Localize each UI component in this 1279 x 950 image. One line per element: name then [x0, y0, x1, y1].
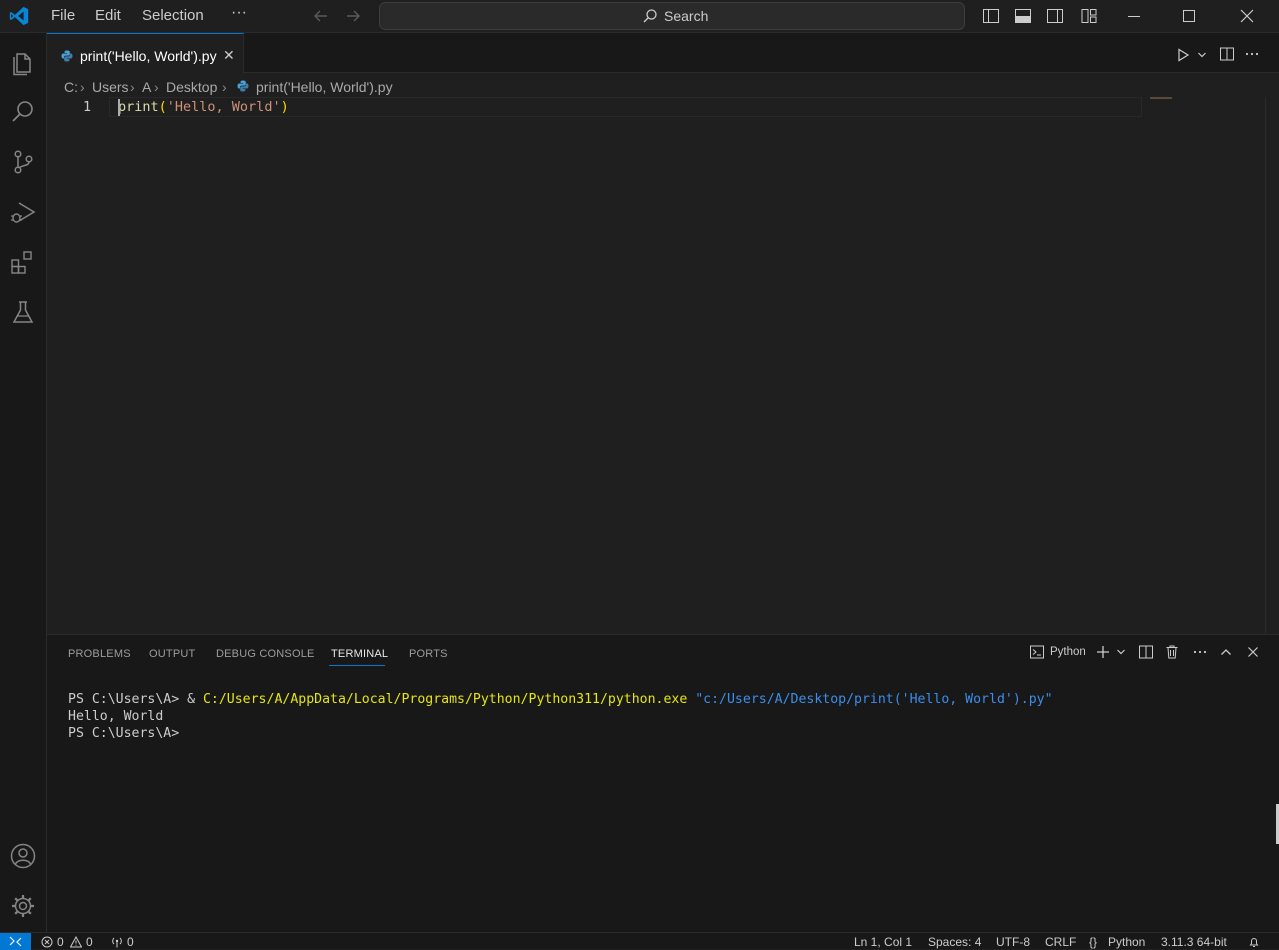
maximize-panel-chevron-up-icon[interactable]: [1218, 644, 1234, 660]
search-icon: [642, 8, 658, 24]
source-control-icon[interactable]: [8, 147, 38, 177]
menu-more[interactable]: ···: [231, 4, 247, 22]
tab-close-icon[interactable]: ✕: [223, 47, 235, 64]
split-terminal-icon[interactable]: [1138, 644, 1154, 660]
editor-scrollbar[interactable]: [1265, 97, 1279, 634]
code-editor[interactable]: 1 print('Hello, World'): [47, 97, 1279, 634]
new-terminal-plus-icon[interactable]: [1095, 644, 1111, 660]
text-cursor: [118, 99, 120, 116]
minimize-window-icon[interactable]: [1124, 6, 1144, 26]
breadcrumb-chevron-icon: ›: [222, 79, 227, 95]
ports-antenna-icon: [111, 936, 123, 948]
customize-layout-icon[interactable]: [1079, 6, 1099, 26]
notifications-bell-icon[interactable]: [1248, 936, 1260, 948]
search-label: Search: [664, 8, 709, 24]
terminal-shell-label[interactable]: Python: [1050, 646, 1086, 658]
breadcrumb: C: › Users › A › Desktop › print('Hello,…: [47, 74, 1147, 98]
editor-tab[interactable]: print('Hello, World').py ✕: [47, 33, 244, 73]
terminal-shell-icon[interactable]: [1029, 644, 1045, 660]
terminal-call-operator: &: [187, 692, 203, 707]
tab-label: print('Hello, World').py: [80, 48, 217, 64]
terminal-line-output[interactable]: Hello, World: [68, 708, 163, 725]
back-arrow-icon[interactable]: [311, 6, 331, 26]
code-string: 'Hello, World': [166, 99, 281, 115]
panel-tab-debug-console[interactable]: DEBUG CONSOLE: [216, 648, 315, 660]
run-and-debug-icon[interactable]: [8, 197, 38, 227]
warning-icon: [70, 936, 82, 948]
activity-bar: [0, 33, 47, 932]
toggle-secondary-sidebar-icon[interactable]: [1045, 6, 1065, 26]
indentation[interactable]: Spaces: 4: [928, 935, 981, 949]
language-braces-icon: {}: [1089, 935, 1098, 949]
vscode-logo-icon: [8, 5, 30, 27]
code-paren-close: ): [280, 99, 289, 115]
command-search-box[interactable]: Search: [379, 2, 965, 30]
toggle-panel-icon[interactable]: [1013, 6, 1033, 26]
code-paren-open: (: [158, 99, 167, 115]
breadcrumb-chevron-icon: ›: [80, 79, 85, 95]
active-tab-underline: [329, 665, 385, 666]
line-endings[interactable]: CRLF: [1045, 935, 1076, 949]
bottom-panel: PROBLEMS OUTPUT DEBUG CONSOLE TERMINAL P…: [47, 634, 1279, 932]
breadcrumb-file[interactable]: print('Hello, World').py: [256, 79, 393, 95]
remote-indicator[interactable]: [0, 933, 31, 950]
file-encoding[interactable]: UTF-8: [996, 935, 1030, 949]
terminal-line-prompt[interactable]: PS C:\Users\A>: [68, 725, 179, 742]
language-mode[interactable]: Python: [1108, 935, 1145, 949]
kill-terminal-trash-icon[interactable]: [1164, 644, 1180, 660]
line-number: 1: [83, 99, 92, 115]
terminal-script-arg: "c:/Users/A/Desktop/print('Hello, World'…: [687, 692, 1053, 707]
breadcrumb-chevron-icon: ›: [154, 79, 159, 95]
python-file-icon: [237, 80, 249, 92]
breadcrumb-chevron-icon: ›: [130, 79, 135, 95]
explorer-icon[interactable]: [8, 47, 38, 77]
error-icon: [41, 936, 53, 948]
breadcrumb-drive[interactable]: C:: [64, 79, 78, 95]
menu-selection[interactable]: Selection: [142, 7, 204, 25]
menu-file[interactable]: File: [51, 7, 75, 25]
panel-more-actions-icon[interactable]: [1192, 644, 1208, 660]
toggle-primary-sidebar-icon[interactable]: [981, 6, 1001, 26]
close-window-icon[interactable]: [1237, 6, 1257, 26]
close-panel-icon[interactable]: [1245, 644, 1261, 660]
status-bar: 0 0 0 Ln 1, Col 1 Spaces: 4 UTF-8 CRLF {…: [0, 932, 1279, 950]
search-view-icon[interactable]: [8, 97, 38, 127]
panel-tab-output[interactable]: OUTPUT: [149, 648, 195, 660]
menu-edit[interactable]: Edit: [95, 7, 121, 25]
accounts-icon[interactable]: [8, 841, 38, 871]
manage-gear-icon[interactable]: [8, 891, 38, 921]
ports-count[interactable]: 0: [127, 935, 134, 949]
cursor-position[interactable]: Ln 1, Col 1: [854, 935, 912, 949]
editor-tab-bar: print('Hello, World').py ✕: [47, 33, 1279, 73]
code-function-name: print: [118, 99, 159, 115]
minimap[interactable]: [1150, 97, 1172, 99]
testing-flask-icon[interactable]: [8, 297, 38, 327]
panel-tab-terminal[interactable]: TERMINAL: [331, 648, 388, 660]
error-count[interactable]: 0: [57, 935, 64, 949]
run-python-file-icon[interactable]: [1175, 47, 1191, 63]
terminal-python-exe: C:/Users/A/AppData/Local/Programs/Python…: [202, 692, 688, 707]
panel-tab-ports[interactable]: PORTS: [409, 648, 448, 660]
run-dropdown-chevron-icon[interactable]: [1196, 49, 1208, 61]
terminal-line-command[interactable]: PS C:\Users\A> & C:/Users/A/AppData/Loca…: [68, 691, 1053, 708]
split-editor-icon[interactable]: [1219, 46, 1235, 62]
breadcrumb-desktop[interactable]: Desktop: [166, 79, 217, 95]
editor-more-actions-icon[interactable]: [1244, 46, 1260, 62]
warning-count[interactable]: 0: [86, 935, 93, 949]
launch-profile-chevron-icon[interactable]: [1115, 646, 1127, 658]
maximize-window-icon[interactable]: [1179, 6, 1199, 26]
title-bar: File Edit Selection ··· Search: [0, 0, 1279, 33]
python-interpreter[interactable]: 3.11.3 64-bit: [1161, 935, 1227, 949]
panel-tab-problems[interactable]: PROBLEMS: [68, 648, 131, 660]
terminal-prompt: PS C:\Users\A>: [68, 692, 188, 707]
breadcrumb-a[interactable]: A: [142, 79, 151, 95]
python-file-icon: [61, 50, 73, 62]
extensions-icon[interactable]: [8, 247, 38, 277]
breadcrumb-users[interactable]: Users: [92, 79, 129, 95]
forward-arrow-icon[interactable]: [343, 6, 363, 26]
code-line[interactable]: print('Hello, World'): [118, 99, 289, 115]
